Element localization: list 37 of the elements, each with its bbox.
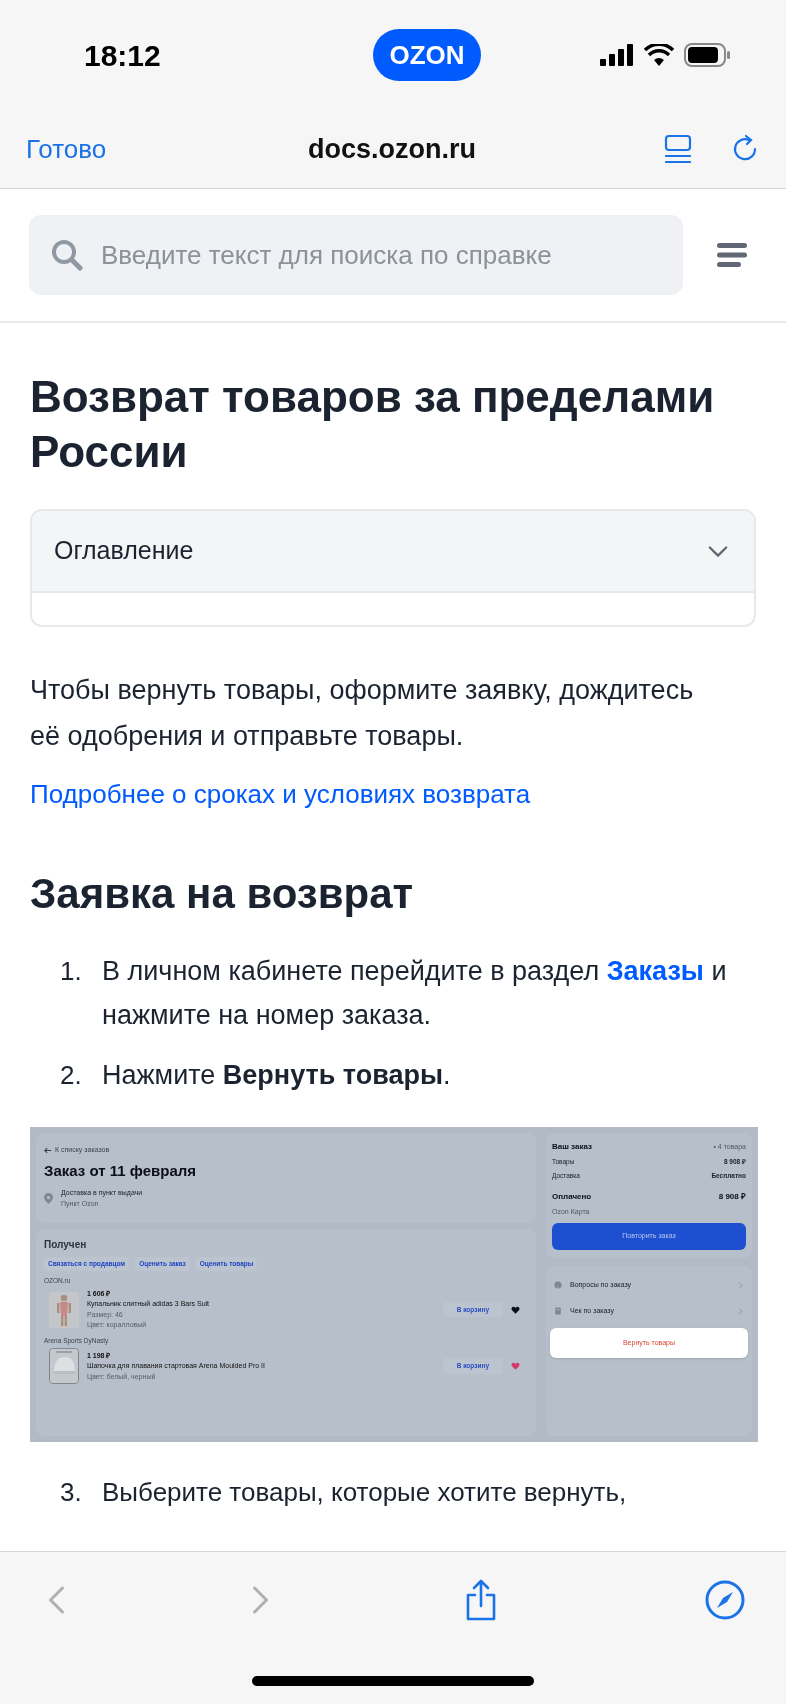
summary-title: Ваш заказ [552, 1141, 592, 1153]
ozon-badge: OZON [373, 29, 481, 81]
page-title: Возврат товаров за пределами России [30, 371, 716, 478]
conditions-link[interactable]: Подробнее о сроках и условиях возврата [30, 775, 531, 814]
compass-icon[interactable] [704, 1579, 746, 1621]
order-status: Получен [44, 1238, 88, 1252]
chevron-right-icon [737, 1307, 744, 1315]
question-icon [554, 1281, 562, 1289]
menu-icon[interactable] [717, 243, 747, 267]
toc-toggle[interactable]: Оглавление [32, 511, 754, 593]
section-title: Заявка на возврат [30, 869, 415, 919]
paid-label: Оплачено [552, 1190, 592, 1203]
battery-icon [684, 43, 730, 67]
step-number: 2. [60, 1059, 83, 1092]
reader-icon[interactable] [664, 134, 692, 164]
order-title: Заказ от 11 февраля [44, 1160, 197, 1181]
step-number: 1. [60, 955, 83, 988]
url-text: docs.ozon.ru [307, 132, 477, 166]
intro-paragraph: Чтобы вернуть товары, оформите заявку, дождитесь её одобрения и отправьте товары. [30, 674, 695, 753]
step-number: 3. [60, 1476, 83, 1509]
step-text: В личном кабинете перейдите в раздел Заказы и нажмите на номер заказа. [102, 955, 728, 1032]
search-icon [51, 239, 83, 271]
search-field[interactable]: Введите текст для поиска по справке [101, 235, 661, 275]
step-text: Выберите товары, которые хотите вернуть, [102, 1476, 628, 1509]
heart-icon[interactable] [511, 1305, 520, 1314]
receipt-icon [554, 1307, 562, 1315]
status-time: 18:12 [84, 37, 162, 74]
step-text: Нажмите Вернуть товары. [102, 1059, 452, 1092]
chevron-right-icon [737, 1281, 744, 1289]
paid-value: 8 908 ₽ [718, 1190, 746, 1203]
back-arrow-icon [44, 1146, 52, 1154]
wifi-icon [644, 44, 674, 66]
orders-link[interactable]: Заказы [606, 956, 704, 986]
done-button[interactable]: Готово [26, 129, 226, 169]
signal-icon [600, 44, 634, 66]
search-bar[interactable]: Введите текст для поиска по справке [29, 215, 683, 295]
location-pin-icon [44, 1193, 53, 1204]
